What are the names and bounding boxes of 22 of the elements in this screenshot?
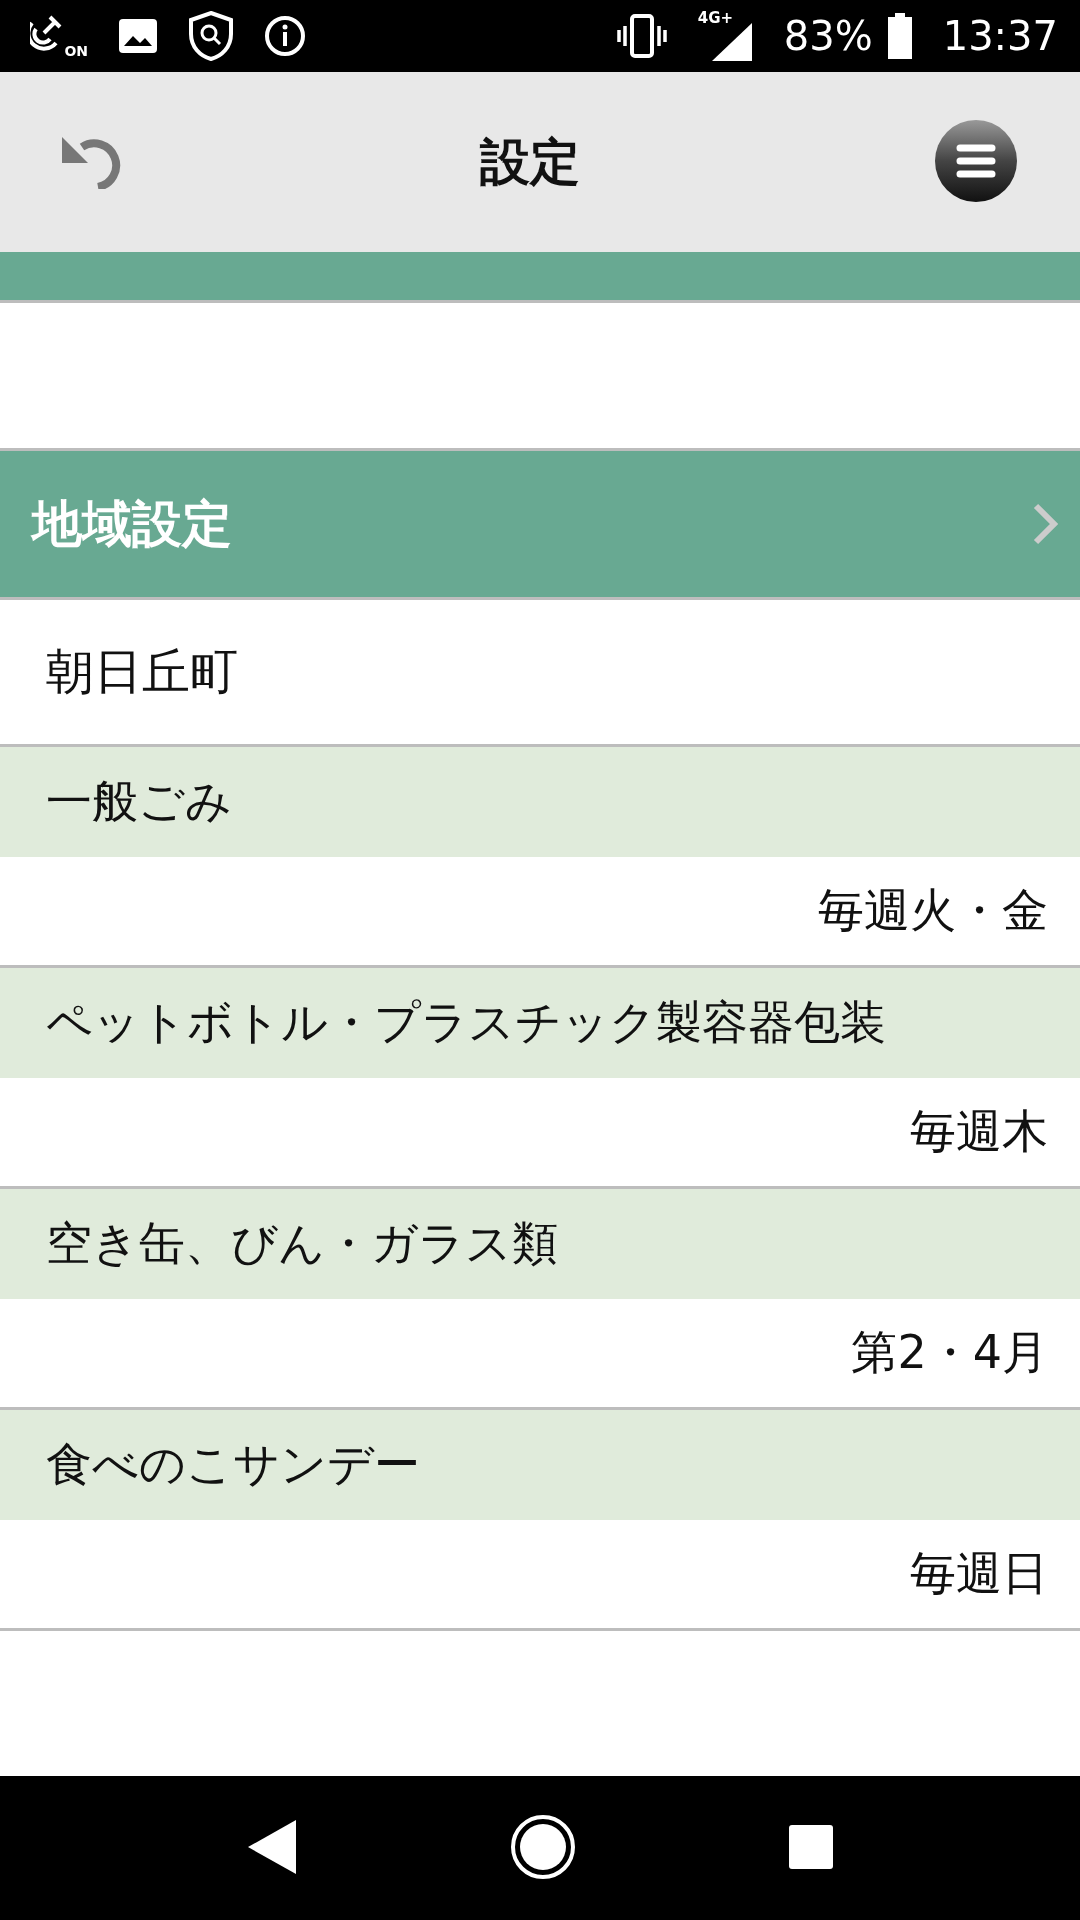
collection-schedule: 毎週日 bbox=[910, 1545, 1048, 1602]
image-icon bbox=[118, 18, 158, 54]
battery-icon bbox=[886, 13, 913, 59]
category-name: 食べのこサンデー bbox=[46, 1436, 420, 1493]
region-settings-header[interactable]: 地域設定 bbox=[0, 451, 1080, 600]
collection-schedule: 第2・4月 bbox=[851, 1324, 1048, 1381]
collection-schedule: 毎週木 bbox=[910, 1103, 1048, 1160]
network-type-label: 4G+ bbox=[697, 9, 734, 27]
vibrate-icon bbox=[615, 14, 668, 58]
chevron-right-icon bbox=[1032, 502, 1060, 546]
category-name: 一般ごみ bbox=[46, 773, 232, 830]
page-title: 設定 bbox=[480, 131, 580, 193]
clock: 13:37 bbox=[942, 13, 1058, 59]
category-name: ペットボトル・プラスチック製容器包装 bbox=[46, 994, 886, 1051]
category-name: 空き缶、びん・ガラス類 bbox=[46, 1215, 558, 1272]
info-icon bbox=[264, 15, 306, 57]
battery-percent: 83% bbox=[783, 13, 873, 59]
area-name: 朝日丘町 bbox=[46, 642, 238, 701]
collection-schedule: 毎週火・金 bbox=[818, 882, 1048, 939]
section-title: 地域設定 bbox=[32, 493, 232, 555]
shield-search-icon bbox=[188, 11, 234, 61]
nfc-label: ON bbox=[64, 43, 88, 59]
